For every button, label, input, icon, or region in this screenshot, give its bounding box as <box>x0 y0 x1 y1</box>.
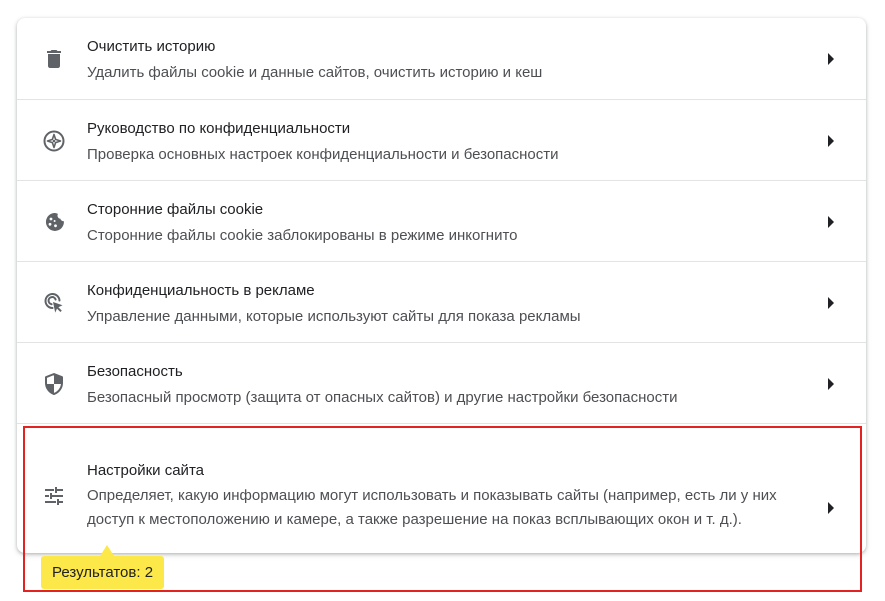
row-title: Безопасность <box>87 363 183 380</box>
row-description: Проверка основных настроек конфиденциаль… <box>87 146 559 163</box>
settings-row-privacy-guide[interactable]: Руководство по конфиденциальности Провер… <box>17 99 866 181</box>
settings-row-ad-privacy[interactable]: Конфиденциальность в рекламе Управление … <box>17 261 866 343</box>
row-title: Сторонние файлы cookie <box>87 201 264 218</box>
chevron-right-icon <box>826 377 836 391</box>
chevron-right-icon <box>826 501 836 515</box>
row-description: Безопасный просмотр (защита от опасных с… <box>87 389 678 406</box>
tune-icon <box>41 483 67 509</box>
shield-icon <box>41 371 67 397</box>
row-description: Сторонние файлы cookie заблокированы в р… <box>87 227 518 244</box>
settings-row-clear-history[interactable]: Очистить историю Удалить файлы cookie и … <box>17 18 866 99</box>
settings-row-site-settings[interactable]: Настройки сайта Определяет, какую информ… <box>17 423 866 553</box>
chevron-right-icon <box>826 52 836 66</box>
cookie-icon <box>41 209 67 235</box>
trash-icon <box>41 46 67 72</box>
chevron-right-icon <box>826 215 836 229</box>
row-title: Очистить историю <box>87 38 216 55</box>
chevron-right-icon <box>826 134 836 148</box>
ad-privacy-icon <box>41 290 67 316</box>
settings-row-third-party-cookies[interactable]: Сторонние файлы cookie Сторонние файлы c… <box>17 180 866 262</box>
row-title: Настройки сайта <box>87 462 204 479</box>
privacy-settings-card: Очистить историю Удалить файлы cookie и … <box>17 18 866 553</box>
row-title: Руководство по конфиденциальности <box>87 120 351 137</box>
row-description: Удалить файлы cookie и данные сайтов, оч… <box>87 64 543 81</box>
search-results-bubble: Результатов: 2 <box>41 556 165 589</box>
settings-row-security[interactable]: Безопасность Безопасный просмотр (защита… <box>17 342 866 424</box>
chevron-right-icon <box>826 296 836 310</box>
row-description: Определяет, какую информацию могут испол… <box>87 487 777 528</box>
search-bubble-pointer <box>100 545 114 556</box>
row-title: Конфиденциальность в рекламе <box>87 282 315 299</box>
row-description: Управление данными, которые используют с… <box>87 308 581 325</box>
compass-icon <box>41 128 67 154</box>
